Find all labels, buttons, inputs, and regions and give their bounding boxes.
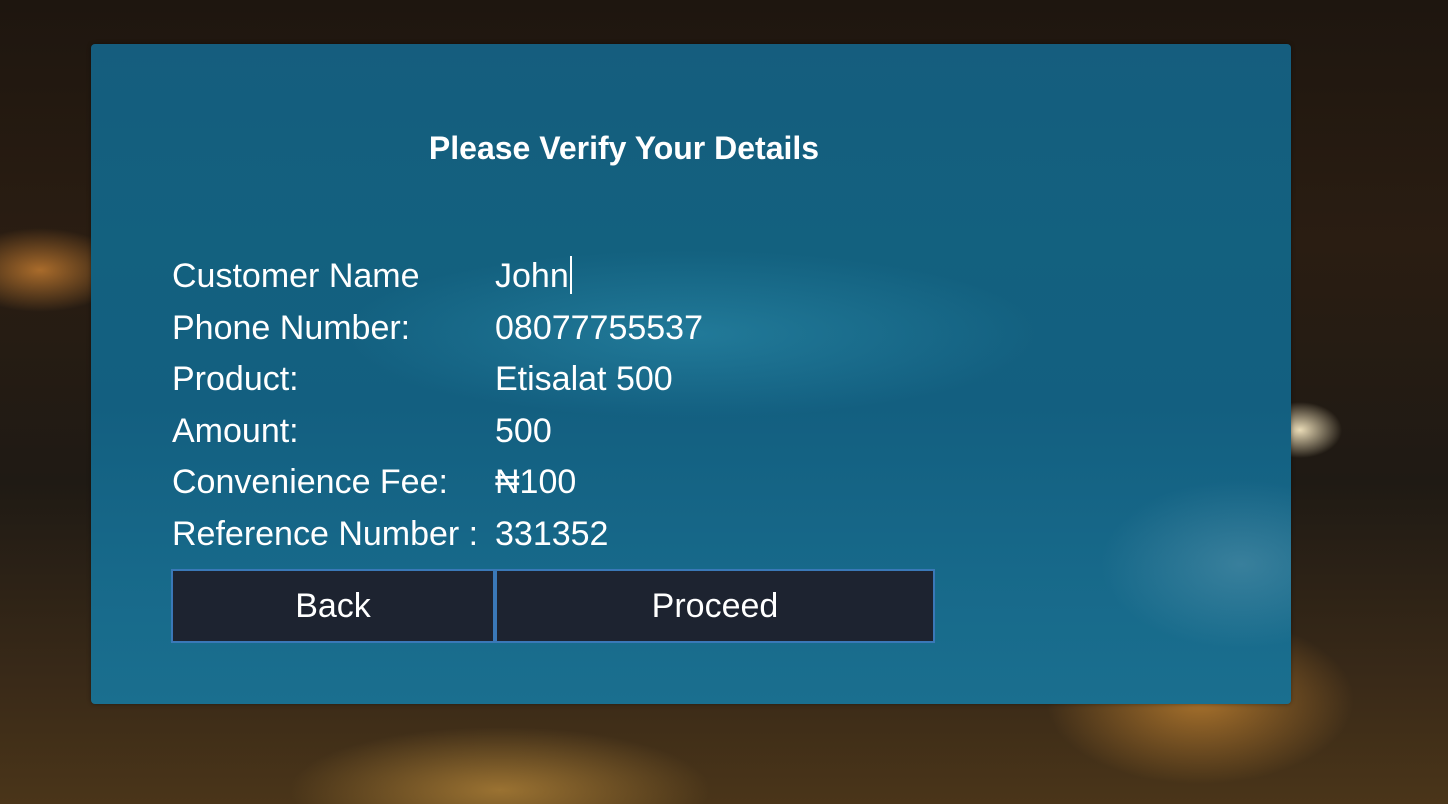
- action-buttons: Back Proceed: [171, 569, 935, 643]
- reference-number-label: Reference Number :: [172, 514, 479, 553]
- customer-name-label: Customer Name: [172, 257, 420, 295]
- amount-label: Amount:: [172, 411, 299, 450]
- product-label: Product:: [172, 360, 299, 398]
- amount-value: 500: [495, 411, 552, 450]
- back-button[interactable]: Back: [171, 569, 495, 643]
- proceed-button[interactable]: Proceed: [495, 569, 935, 643]
- convenience-fee-label: Convenience Fee:: [172, 463, 448, 501]
- phone-number-label: Phone Number:: [172, 308, 411, 347]
- customer-name-value: John: [495, 257, 569, 295]
- convenience-fee-value: ₦100: [495, 463, 577, 501]
- product-value: Etisalat 500: [495, 360, 673, 398]
- customer-name-value-wrap: John: [495, 254, 572, 298]
- phone-number-value: 08077755537: [495, 308, 704, 347]
- reference-number-value: 331352: [495, 514, 609, 553]
- text-cursor: [569, 256, 572, 295]
- page-title: Please Verify Your Details: [428, 130, 820, 166]
